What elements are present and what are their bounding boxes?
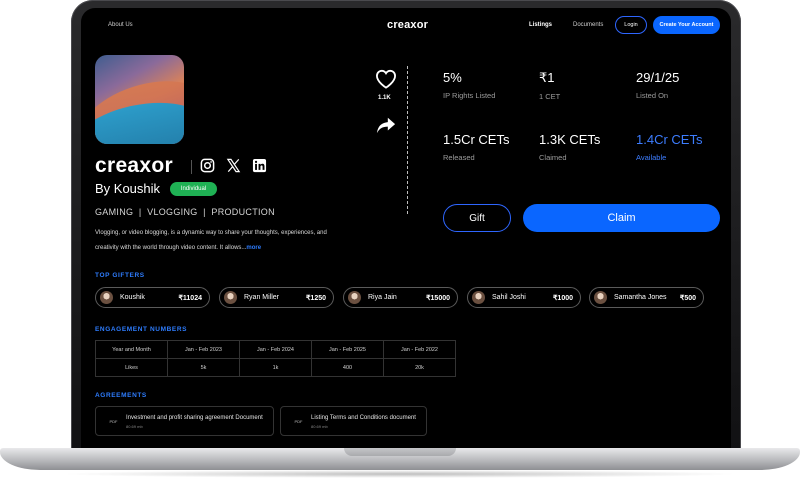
like-count: 1.1K [378,95,391,101]
title-divider [191,160,192,174]
agreements-heading: AGREEMENTS [95,392,147,399]
top-gifters-heading: TOP GIFTERS [95,272,145,279]
stat-label: 1 CET [539,92,561,101]
login-button[interactable]: Login [615,16,647,34]
table-cell: 20k [383,358,456,377]
stat-label: Listed On [636,91,669,100]
stat-cet-price: ₹1 1 CET [539,70,560,101]
stat-value: ₹1 [539,70,555,85]
stat-available: 1.4Cr CETs Available [636,132,702,162]
stat-value: 1.4Cr CETs [636,132,703,147]
gifter-amount: ₹1000 [552,294,573,302]
table-cell: 400 [311,358,384,377]
nav-logo[interactable]: creaxor [387,19,428,31]
agreement-document[interactable]: PDF Listing Terms and Conditions documen… [280,406,427,436]
document-size: 80.69 mb [311,424,328,429]
heart-icon[interactable] [375,69,397,89]
profile-description: Vlogging, or video blogging, is a dynami… [95,226,350,256]
agreement-document[interactable]: PDF Investment and profit sharing agreem… [95,406,274,436]
avatar [224,291,237,304]
table-header-cell: Year and Month [95,340,168,359]
description-text: Vlogging, or video blogging, is a dynami… [95,230,327,251]
laptop-notch [344,448,456,456]
gifter-amount: ₹15000 [426,294,450,302]
instagram-icon[interactable] [200,158,215,173]
nav-listings-link[interactable]: Listings [529,22,552,28]
table-header-cell: Jan - Feb 2025 [311,340,384,359]
laptop-shadow [60,470,740,478]
app-screen: About Us creaxor Listings Documents Logi… [81,8,731,452]
table-header-cell: Jan - Feb 2022 [383,340,456,359]
gifter-name: Ryan Miller [244,294,280,301]
gifter-name: Samantha Jones [614,294,667,301]
table-cell: 5k [167,358,240,377]
gifter-name: Sahil Joshi [492,294,526,301]
table-header-cell: Jan - Feb 2023 [167,340,240,359]
engagement-table: Year and Month Jan - Feb 2023 Jan - Feb … [95,340,456,377]
individual-badge: Individual [170,182,217,196]
avatar [594,291,607,304]
document-title: Listing Terms and Conditions document [311,415,416,421]
share-icon[interactable] [375,115,397,135]
gifter-amount: ₹1250 [305,294,326,302]
table-header-cell: Jan - Feb 2024 [239,340,312,359]
stat-value: 5% [443,70,462,85]
category-tags: GAMING | VLOGGING | PRODUCTION [95,207,275,217]
stat-claimed: 1.3K CETs Claimed [539,132,600,162]
create-account-button[interactable]: Create Your Account [653,16,720,34]
stat-released: 1.5Cr CETs Released [443,132,509,162]
profile-title: creaxor [95,154,173,177]
stat-label: Claimed [539,153,567,162]
stat-value: 1.3K CETs [539,132,601,147]
gift-button[interactable]: Gift [443,204,511,232]
gifter-chip[interactable]: Sahil Joshi ₹1000 [467,287,581,308]
nav-documents-link[interactable]: Documents [573,22,603,28]
stat-label: IP Rights Listed [443,91,496,100]
stat-value: 29/1/25 [636,70,680,85]
document-title: Investment and profit sharing agreement … [126,415,263,421]
nav-about-link[interactable]: About Us [108,22,133,28]
creator-byline: By Koushik [95,181,161,196]
gifter-name: Koushik [120,294,145,301]
vertical-divider [407,66,408,214]
avatar [348,291,361,304]
table-cell: Likes [95,358,168,377]
gifter-name: Riya Jain [368,294,397,301]
table-row: Year and Month Jan - Feb 2023 Jan - Feb … [95,340,456,359]
stat-ip-rights: 5% IP Rights Listed [443,70,495,100]
cover-image [95,55,184,144]
claim-button[interactable]: Claim [523,204,720,232]
pdf-file-icon: PDF [294,419,303,424]
stat-listed-on: 29/1/25 Listed On [636,70,679,100]
gifter-amount: ₹11024 [178,294,202,302]
avatar [100,291,113,304]
document-size: 80.69 mb [126,424,143,429]
avatar [472,291,485,304]
linkedin-icon[interactable] [252,158,267,173]
gifter-chip[interactable]: Koushik ₹11024 [95,287,210,308]
pdf-file-icon: PDF [109,419,118,424]
table-cell: 1k [239,358,312,377]
read-more-link[interactable]: more [246,245,261,251]
top-nav: About Us creaxor Listings Documents Logi… [81,8,731,44]
engagement-heading: ENGAGEMENT NUMBERS [95,326,188,333]
gifter-chip[interactable]: Riya Jain ₹15000 [343,287,458,308]
gifter-chip[interactable]: Samantha Jones ₹500 [589,287,704,308]
gifter-amount: ₹500 [679,294,696,302]
table-row: Likes 5k 1k 400 20k [95,358,456,377]
stat-label: Released [443,153,475,162]
stat-label: Available [636,153,667,162]
stat-value: 1.5Cr CETs [443,132,510,147]
gifter-chip[interactable]: Ryan Miller ₹1250 [219,287,334,308]
x-icon[interactable] [226,158,241,173]
